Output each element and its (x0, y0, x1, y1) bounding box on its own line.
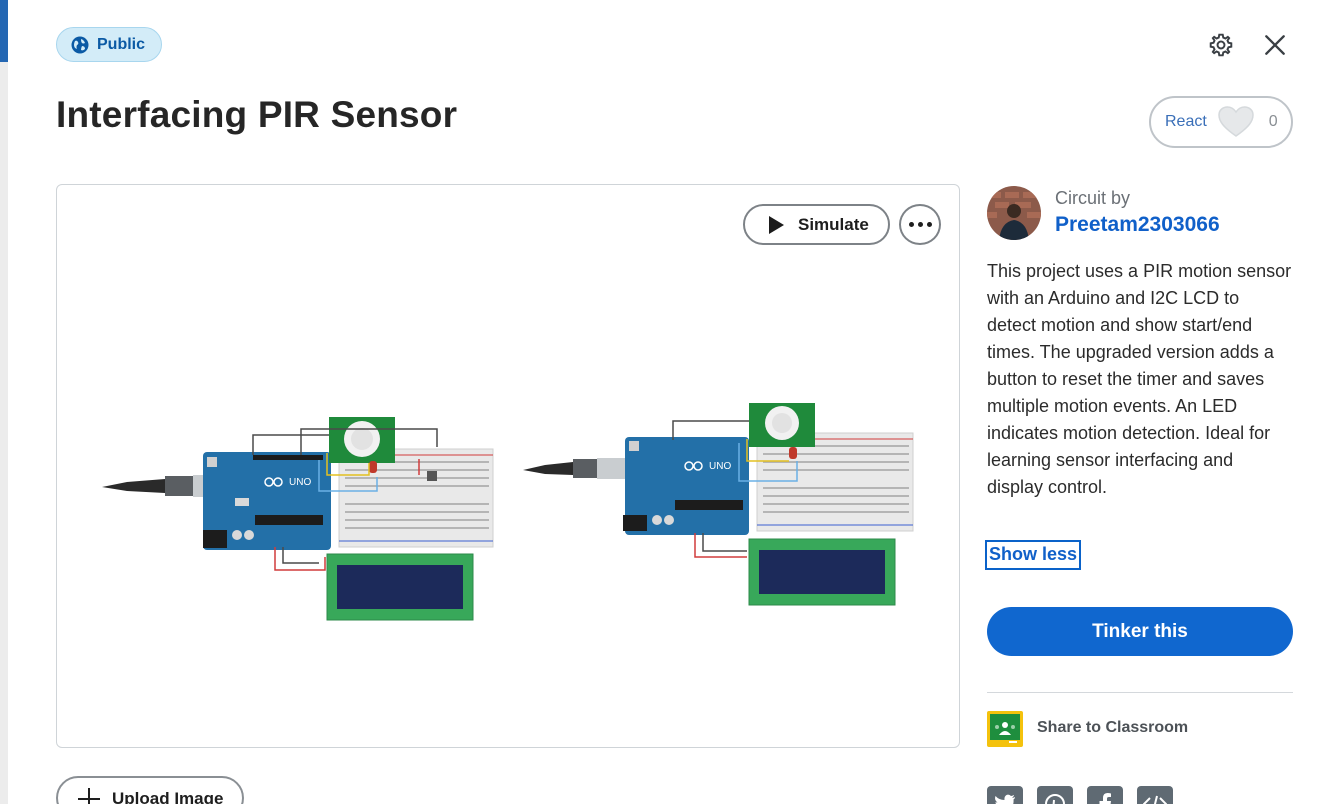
visibility-badge: Public (56, 27, 162, 62)
google-classroom-icon[interactable] (987, 711, 1023, 747)
embed-icon[interactable] (1137, 786, 1173, 804)
backdrop-strip (0, 0, 8, 804)
backdrop-accent (0, 0, 8, 62)
close-icon[interactable] (1262, 32, 1288, 58)
project-modal: Public Interfacing PIR Sensor React 0 UN… (8, 0, 1331, 804)
react-label: React (1165, 113, 1207, 130)
avatar[interactable] (987, 186, 1041, 240)
more-options-icon[interactable] (899, 204, 941, 245)
gear-icon[interactable] (1208, 32, 1234, 58)
play-icon (769, 215, 784, 234)
circuit-preview: UNO UNO (102, 403, 914, 621)
tinker-label: Tinker this (1092, 620, 1188, 642)
circuit-left: UNO (102, 417, 494, 621)
share-to-classroom[interactable]: Share to Classroom (1037, 719, 1188, 737)
upload-label: Upload Image (112, 789, 224, 804)
show-less-link[interactable]: Show less (985, 540, 1082, 570)
author-link[interactable]: Preetam2303066 (1055, 213, 1220, 237)
upload-image-button[interactable]: Upload Image (56, 776, 244, 804)
react-count: 0 (1268, 113, 1278, 130)
circuit-right: UNO (523, 403, 914, 606)
divider (987, 692, 1293, 693)
simulate-button[interactable]: Simulate (743, 204, 890, 245)
twitter-icon[interactable] (987, 786, 1023, 804)
pinterest-icon[interactable] (1037, 786, 1073, 804)
facebook-icon[interactable] (1087, 786, 1123, 804)
board-left-label: UNO (289, 477, 311, 488)
tinker-this-button[interactable]: Tinker this (987, 607, 1293, 656)
board-right-label: UNO (709, 461, 731, 472)
plus-icon (78, 788, 100, 804)
project-description: This project uses a PIR motion sensor wi… (987, 261, 1292, 497)
react-button[interactable]: React 0 (1149, 96, 1293, 148)
circuit-viewer[interactable]: UNO UNO Simulate (56, 184, 960, 748)
heart-icon (1218, 106, 1254, 137)
visibility-label: Public (97, 35, 146, 53)
globe-icon (71, 36, 89, 53)
page-title: Interfacing PIR Sensor (56, 94, 458, 135)
author-prefix: Circuit by (1055, 188, 1131, 208)
simulate-label: Simulate (798, 214, 869, 234)
